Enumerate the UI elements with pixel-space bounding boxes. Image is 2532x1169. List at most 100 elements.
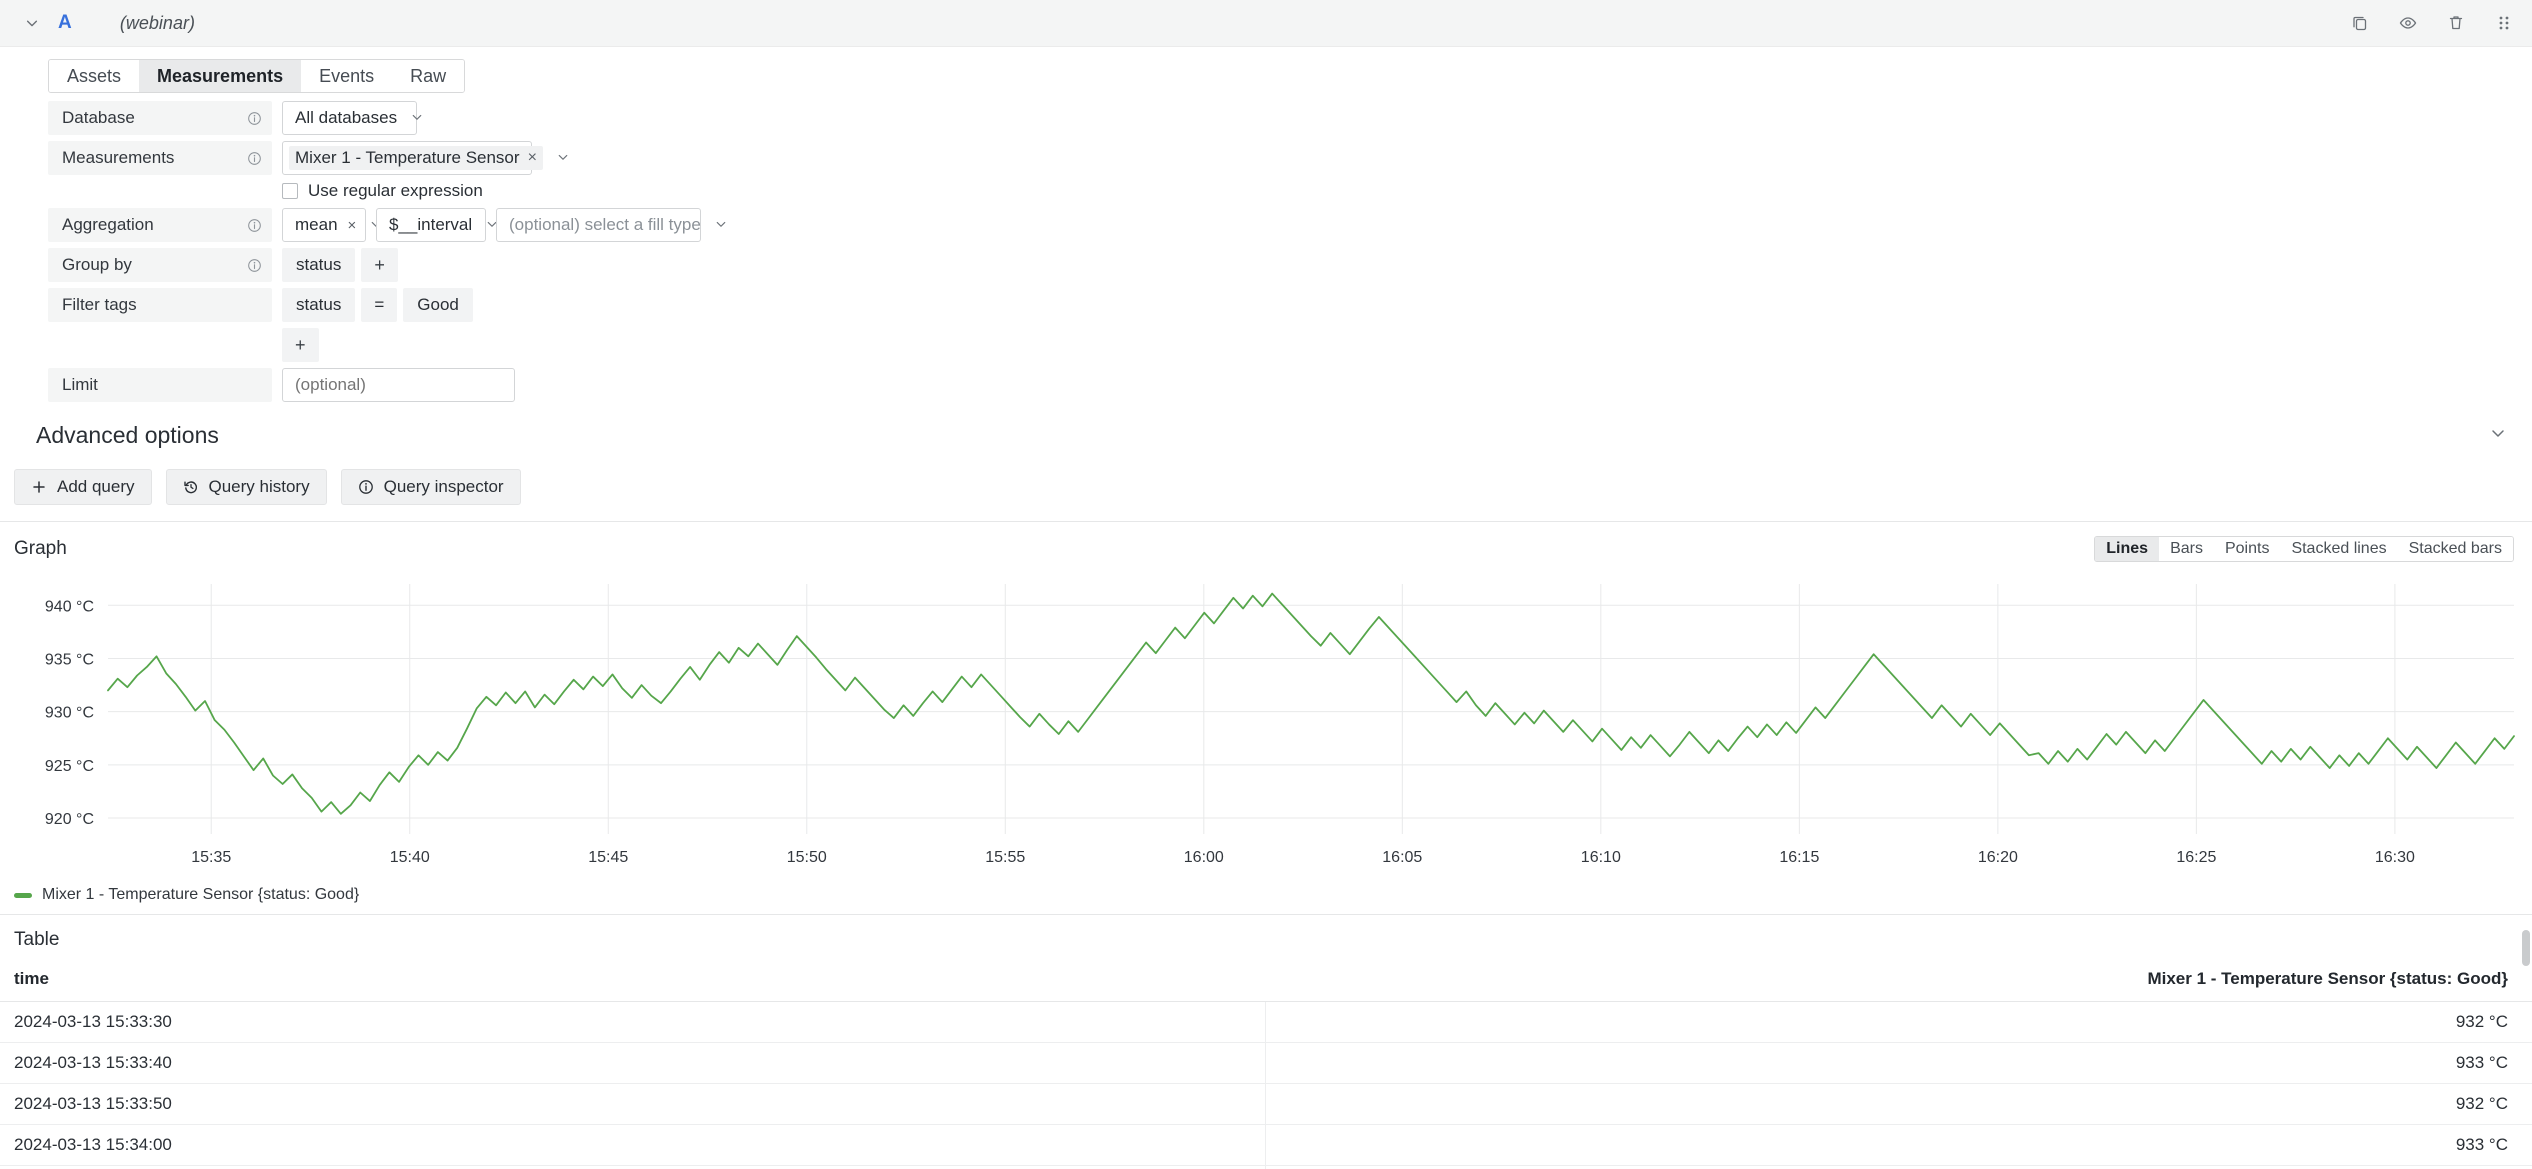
aggregation-interval-select[interactable]: $__interval (376, 208, 497, 242)
filter-tag-key[interactable]: status (282, 288, 356, 322)
spacer-cell (48, 328, 272, 362)
query-datasource-label: (webinar) (119, 12, 195, 33)
svg-text:920 °C: 920 °C (45, 811, 94, 828)
cell-value: 933 °C (1265, 1124, 2532, 1166)
info-circle-icon[interactable] (247, 151, 262, 166)
aggregation-interval-value: $__interval (389, 215, 473, 234)
svg-text:15:45: 15:45 (588, 849, 628, 866)
measurements-select[interactable]: Mixer 1 - Temperature Sensor × (282, 141, 568, 175)
svg-text:16:30: 16:30 (2375, 849, 2415, 866)
info-circle-icon[interactable] (247, 258, 262, 273)
viz-mode-segmented-control: Lines Bars Points Stacked lines Stacked … (2094, 536, 2514, 562)
tab-raw[interactable]: Raw (392, 60, 465, 92)
filter-tags-add-row: + (48, 328, 2532, 362)
filter-tags-add-button[interactable]: + (282, 328, 319, 362)
add-query-button[interactable]: Add query (14, 469, 152, 505)
drag-handle-icon[interactable] (2494, 13, 2514, 33)
tab-events[interactable]: Events (301, 60, 393, 92)
chevron-down-icon[interactable] (22, 13, 42, 33)
cell-time: 2024-03-13 15:34:10 (0, 1165, 1266, 1169)
table-panel: Table time Mixer 1 - Temperature Sensor … (0, 915, 2532, 1169)
tab-assets[interactable]: Assets (49, 60, 140, 92)
column-header-value[interactable]: Mixer 1 - Temperature Sensor {status: Go… (1265, 959, 2532, 1002)
limit-label-cell: Limit (48, 368, 272, 402)
aggregation-function-select[interactable]: mean × (282, 208, 381, 242)
filter-tag-value[interactable]: Good (403, 288, 473, 322)
use-regex-checkbox[interactable] (282, 183, 298, 199)
query-ref-id[interactable]: A (58, 12, 72, 34)
copy-icon[interactable] (2350, 13, 2370, 33)
svg-text:15:50: 15:50 (787, 849, 827, 866)
legend-color-swatch (14, 892, 32, 898)
query-editor-page: A (webinar) Assets Measurements Events R… (0, 0, 2532, 1169)
group-by-add-button[interactable]: + (361, 248, 398, 282)
query-header-actions (2350, 13, 2514, 33)
svg-text:930 °C: 930 °C (45, 705, 94, 722)
cell-value: 933 °C (1265, 1042, 2532, 1084)
advanced-options-toggle[interactable]: Advanced options (0, 408, 2532, 463)
limit-row: Limit (48, 368, 2532, 402)
database-select-value: All databases (295, 108, 398, 127)
svg-text:16:20: 16:20 (1978, 849, 2018, 866)
limit-input[interactable] (282, 368, 515, 402)
svg-text:935 °C: 935 °C (45, 651, 94, 668)
table-row: 2024-03-13 15:34:00 933 °C (0, 1124, 2532, 1166)
aggregation-fill-value: (optional) select a fill type (509, 215, 701, 234)
table-header-row: time Mixer 1 - Temperature Sensor {statu… (0, 959, 2532, 1002)
table-scrollbar[interactable] (2522, 930, 2530, 966)
aggregation-label-cell: Aggregation (48, 208, 272, 242)
query-action-buttons: Add query Query history Query inspector (0, 463, 2532, 522)
graph-plot-area[interactable]: 940 °C 935 °C 930 °C 925 °C 920 °C 15:35 15:40… (0, 570, 2532, 880)
results-table: time Mixer 1 - Temperature Sensor {statu… (0, 959, 2532, 1169)
graph-panel-title: Graph (14, 538, 67, 559)
viz-mode-stacked-lines[interactable]: Stacked lines (2280, 537, 2398, 561)
aggregation-fill-select[interactable]: (optional) select a fill type (496, 208, 726, 242)
timeseries-chart: 940 °C 935 °C 930 °C 925 °C 920 °C 15:35 15:40… (45, 584, 2515, 866)
query-inspector-label: Query inspector (383, 477, 504, 496)
viz-mode-bars[interactable]: Bars (2159, 537, 2214, 561)
query-type-tabs: Assets Measurements Events Raw (48, 59, 466, 93)
measurement-chip: Mixer 1 - Temperature Sensor × (289, 146, 543, 170)
group-by-chip-status[interactable]: status (282, 248, 356, 282)
info-circle-icon[interactable] (247, 218, 262, 233)
measurement-chip-label: Mixer 1 - Temperature Sensor (295, 148, 520, 167)
close-icon[interactable]: × (348, 217, 357, 234)
svg-text:16:00: 16:00 (1184, 849, 1224, 866)
query-inspector-button[interactable]: Query inspector (340, 469, 521, 505)
regex-checkbox-row: Use regular expression (282, 181, 2532, 201)
viz-mode-lines[interactable]: Lines (2095, 537, 2160, 561)
database-row: Database All databases (48, 101, 2532, 135)
database-select[interactable]: All databases (282, 101, 422, 135)
info-circle-icon (358, 479, 374, 495)
table-panel-title: Table (14, 929, 60, 950)
graph-panel-header: Graph Lines Bars Points Stacked lines St… (0, 522, 2532, 566)
info-circle-icon[interactable] (247, 111, 262, 126)
measurements-query-form: Database All databases Measurements Mixe… (0, 93, 2532, 402)
query-history-button[interactable]: Query history (165, 469, 327, 505)
database-label-cell: Database (48, 101, 272, 135)
viz-mode-stacked-bars[interactable]: Stacked bars (2397, 537, 2513, 561)
svg-text:16:05: 16:05 (1382, 849, 1422, 866)
graph-legend: Mixer 1 - Temperature Sensor {status: Go… (0, 880, 2532, 914)
svg-text:16:10: 16:10 (1581, 849, 1621, 866)
viz-mode-points[interactable]: Points (2213, 537, 2281, 561)
trash-icon[interactable] (2446, 13, 2466, 33)
measurements-label: Measurements (62, 148, 175, 167)
query-history-label: Query history (208, 477, 310, 496)
aggregation-row: Aggregation mean × $__interval (optional… (48, 208, 2532, 242)
query-row-header: A (webinar) (0, 0, 2532, 47)
chevron-down-icon (2490, 425, 2506, 446)
measurements-row: Measurements Mixer 1 - Temperature Senso… (48, 141, 2532, 175)
svg-text:16:25: 16:25 (2176, 849, 2216, 866)
legend-series-label[interactable]: Mixer 1 - Temperature Sensor {status: Go… (42, 886, 359, 904)
chevron-down-icon (411, 111, 423, 126)
filter-tag-operator[interactable]: = (361, 288, 398, 322)
history-icon (183, 479, 199, 495)
group-by-row: Group by status + (48, 248, 2532, 282)
tab-measurements[interactable]: Measurements (139, 60, 302, 92)
close-icon[interactable]: × (528, 149, 537, 167)
advanced-options-label: Advanced options (36, 422, 219, 448)
column-header-time[interactable]: time (0, 959, 1265, 1002)
eye-icon[interactable] (2398, 13, 2418, 33)
chevron-down-icon (715, 218, 727, 233)
